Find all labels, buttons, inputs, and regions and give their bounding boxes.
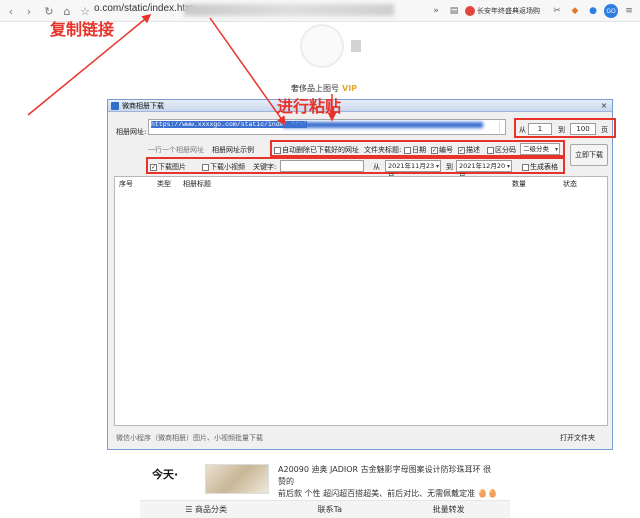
page-start-input[interactable]: 1 — [528, 123, 552, 135]
shop-avatar — [300, 24, 344, 68]
address-bar[interactable]: o.com/static/index.htm — [94, 3, 193, 14]
dialog-title: 微商相册下载 — [122, 101, 164, 110]
extension-icon[interactable]: ● — [586, 4, 600, 18]
category-select[interactable]: 二级分类 ▾ — [520, 143, 560, 155]
page-end-input[interactable]: 100 — [570, 123, 596, 135]
number-checkbox[interactable]: ✓ 编号 — [431, 145, 453, 155]
download-now-button[interactable]: 立即下载 — [570, 144, 608, 166]
list-icon: ☰ — [185, 505, 196, 514]
address-redacted — [184, 4, 394, 16]
cut-icon[interactable]: ✂ — [550, 4, 564, 18]
promo-link[interactable]: 长安年终盛典返场购 — [465, 6, 540, 16]
today-label: 今天· — [152, 468, 179, 481]
col-index: 序号 — [119, 180, 133, 188]
list-header: 序号 类型 相册标题 数量 状态 — [115, 177, 607, 188]
auto-delete-checkbox[interactable]: 自动删除已下载好的网址 — [274, 145, 359, 155]
col-status: 状态 — [563, 180, 577, 188]
code-checkbox[interactable]: 区分码 — [487, 145, 516, 155]
calendar-dropdown-icon: ▾ — [435, 163, 439, 170]
reader-icon[interactable]: ▤ — [447, 4, 461, 18]
app-icon — [111, 101, 119, 110]
forward-icon[interactable]: › — [22, 4, 36, 18]
date-checkbox[interactable]: 日期 — [404, 145, 426, 155]
folder-title-label: 文件夹标题: — [364, 146, 402, 154]
categories-tab[interactable]: ☰ 商品分类 — [185, 504, 227, 515]
album-url-label: 相册网址: — [116, 128, 147, 136]
date-end-picker[interactable]: 2021年12月20日▾ — [456, 160, 512, 180]
col-type: 类型 — [157, 180, 171, 188]
download-videos-checkbox[interactable]: 下载小视频 — [202, 162, 245, 172]
avatar-redacted — [351, 40, 361, 52]
contact-tab[interactable]: 联系Ta — [318, 504, 342, 515]
downloader-dialog: 微商相册下载 × 相册网址: https://www.xxxxgo.com/st… — [107, 99, 616, 450]
page-from-label: 从 — [519, 126, 526, 134]
col-title: 相册标题 — [183, 180, 211, 188]
product-thumbnail[interactable] — [205, 464, 269, 494]
page-to-label: 到 — [558, 126, 565, 134]
go-badge-icon[interactable]: GO — [604, 4, 618, 18]
copy-link-annotation: 复制链接 — [50, 20, 115, 39]
keyword-label: 关键字: — [253, 163, 277, 171]
generate-sheet-checkbox[interactable]: 生成表格 — [522, 162, 558, 172]
batch-forward-tab[interactable]: 批量转发 — [433, 504, 465, 515]
paste-annotation: 进行粘贴 — [277, 97, 342, 116]
chevron-down-icon: ▾ — [554, 146, 558, 153]
date-start-picker[interactable]: 2021年11月23日▾ — [385, 160, 441, 180]
back-icon[interactable]: ‹ — [4, 4, 18, 18]
page-unit-label: 页 — [601, 126, 608, 134]
footer-description: 微信小程序（微商相册）图片、小视频批量下载 — [116, 434, 263, 442]
album-list[interactable]: 序号 类型 相册标题 数量 状态 — [114, 176, 608, 426]
one-url-per-line-hint: 一行一个相册网址 — [148, 146, 204, 154]
url-selection-redacted — [283, 122, 483, 128]
album-url-input[interactable]: https://www.xxxxgo.com/static/index.html — [148, 119, 506, 135]
vip-badge: VIP — [342, 84, 358, 93]
dialog-titlebar: 微商相册下载 × — [108, 100, 612, 112]
calendar-dropdown-icon: ▾ — [506, 163, 510, 170]
open-folder-link[interactable]: 打开文件夹 — [560, 433, 595, 443]
tab-arrow-icon[interactable]: » — [429, 4, 443, 18]
date-to-label: 到 — [446, 163, 453, 171]
game-icon[interactable]: ◆ — [568, 4, 582, 18]
desc-checkbox[interactable]: ✓ 描述 — [458, 145, 480, 155]
download-images-checkbox[interactable]: ✓ 下载图片 — [150, 162, 186, 172]
date-from-label: 从 — [373, 163, 380, 171]
close-icon[interactable]: × — [598, 101, 610, 111]
menu-icon[interactable]: ≡ — [622, 4, 636, 18]
gift-icon — [465, 6, 475, 16]
col-count: 数量 — [512, 180, 526, 188]
screen: ‹ › ↻ ⌂ ☆ o.com/static/index.htm » ▤ 长安年… — [0, 0, 640, 518]
url-example-link[interactable]: 相册网址示例 — [212, 145, 254, 155]
toolbar-right: » ▤ 长安年终盛典返场购 ✂ ◆ ● GO ≡ — [429, 2, 640, 20]
bottom-nav: ☰ 商品分类 联系Ta 批量转发 — [140, 500, 510, 518]
keyword-input[interactable] — [280, 160, 364, 172]
url-scrollbar[interactable] — [499, 121, 504, 133]
